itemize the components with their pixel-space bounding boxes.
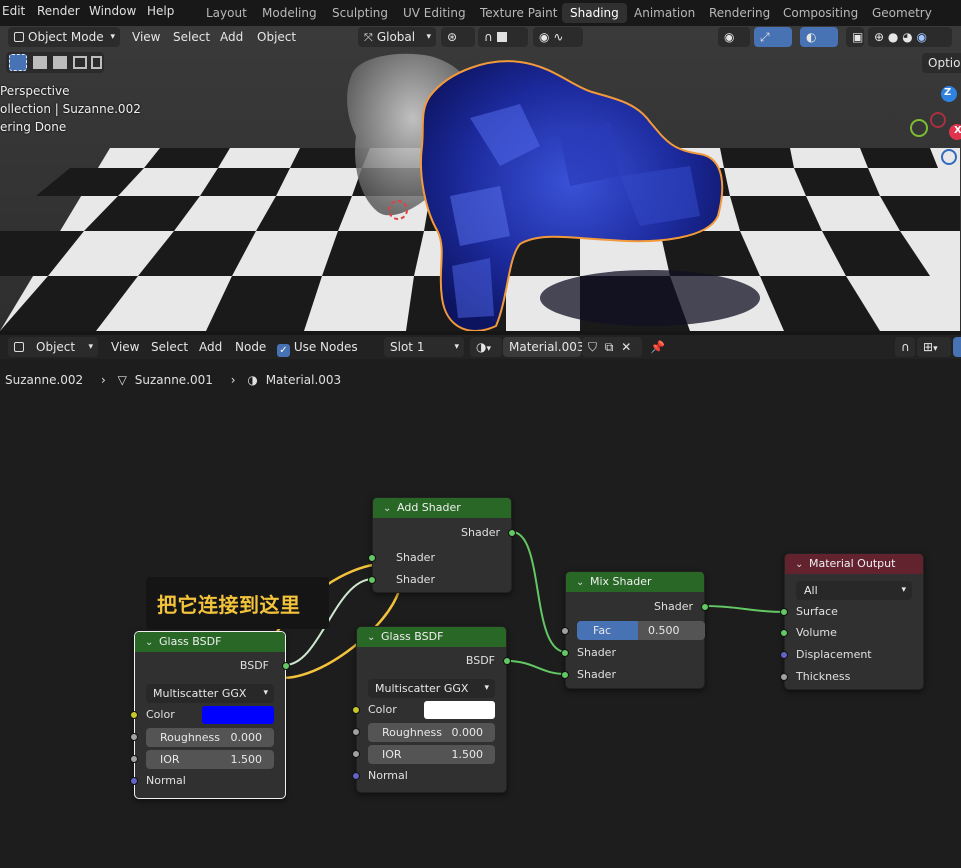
output-socket[interactable] — [282, 662, 290, 670]
input-socket[interactable] — [352, 706, 360, 714]
node-header[interactable]: ⌄ Add Shader — [373, 498, 511, 518]
node-glass-bsdf-blue[interactable]: ⌄ Glass BSDF BSDF Multiscatter GGX ▾ Colo… — [130, 631, 290, 799]
node-title: Glass BSDF — [159, 635, 222, 648]
chevron-down-icon: ▾ — [901, 585, 906, 595]
input-label: Surface — [796, 605, 838, 618]
input-label: Normal — [368, 769, 408, 782]
link-glass-to-mix[interactable] — [506, 660, 567, 675]
node-header[interactable]: ⌄ Glass BSDF — [357, 627, 506, 647]
output-label: BSDF — [239, 659, 269, 672]
ior-field[interactable]: IOR 1.500 — [146, 750, 274, 769]
link-add-to-mix[interactable] — [511, 531, 567, 653]
distribution-label: Multiscatter GGX — [153, 687, 247, 700]
ior-label: IOR — [160, 753, 180, 766]
roughness-field[interactable]: Roughness 0.000 — [368, 723, 495, 742]
node-header[interactable]: ⌄ Glass BSDF — [135, 632, 285, 652]
chevron-down-icon[interactable]: ⌄ — [576, 573, 590, 593]
node-material-output[interactable]: ⌄ Material Output All ▾ Surface Volume Di… — [780, 553, 924, 690]
node-header[interactable]: ⌄ Material Output — [785, 554, 923, 574]
target-dropdown[interactable]: All ▾ — [796, 581, 912, 600]
input-label: Color — [146, 708, 175, 721]
roughness-label: Roughness — [382, 726, 443, 739]
roughness-value: 0.000 — [451, 726, 484, 739]
chevron-down-icon[interactable]: ⌄ — [383, 499, 397, 519]
input-socket[interactable] — [780, 608, 788, 616]
output-socket[interactable] — [701, 603, 709, 611]
input-label: Shader — [577, 668, 616, 681]
node-title: Add Shader — [397, 501, 461, 514]
input-label: Volume — [796, 626, 837, 639]
input-label: Shader — [396, 551, 435, 564]
input-socket[interactable] — [561, 671, 569, 679]
input-label: Color — [368, 703, 397, 716]
input-label: Normal — [146, 774, 186, 787]
input-socket[interactable] — [561, 649, 569, 657]
color-swatch[interactable] — [424, 701, 495, 719]
target-label: All — [804, 584, 818, 597]
ior-field[interactable]: IOR 1.500 — [368, 745, 495, 764]
output-label: Shader — [461, 526, 500, 539]
chevron-down-icon: ▾ — [484, 683, 489, 693]
node-add-shader[interactable]: ⌄ Add Shader Shader Shader Shader — [368, 497, 516, 593]
roughness-field[interactable]: Roughness 0.000 — [146, 728, 274, 747]
output-label: Shader — [654, 600, 693, 613]
input-label: Thickness — [796, 670, 851, 683]
node-header[interactable]: ⌄ Mix Shader — [566, 572, 704, 592]
input-label: Shader — [577, 646, 616, 659]
chevron-down-icon[interactable]: ⌄ — [367, 628, 381, 648]
input-socket[interactable] — [561, 627, 569, 635]
node-title: Material Output — [809, 557, 896, 570]
node-title: Mix Shader — [590, 575, 652, 588]
distribution-label: Multiscatter GGX — [375, 682, 469, 695]
annotation-callout: 把它连接到这里 — [146, 577, 329, 629]
input-socket[interactable] — [352, 728, 360, 736]
roughness-label: Roughness — [160, 731, 221, 744]
input-socket[interactable] — [780, 651, 788, 659]
link-mix-to-output[interactable] — [704, 605, 786, 613]
input-socket[interactable] — [130, 711, 138, 719]
input-socket[interactable] — [352, 750, 360, 758]
input-socket[interactable] — [780, 673, 788, 681]
ior-value: 1.500 — [451, 748, 484, 761]
distribution-dropdown[interactable]: Multiscatter GGX ▾ — [146, 684, 274, 703]
input-socket[interactable] — [368, 576, 376, 584]
input-socket[interactable] — [130, 733, 138, 741]
color-swatch[interactable] — [202, 706, 274, 724]
input-socket[interactable] — [130, 777, 138, 785]
input-label: Displacement — [796, 648, 872, 661]
output-socket[interactable] — [503, 657, 511, 665]
ior-value: 1.500 — [230, 753, 263, 766]
input-socket[interactable] — [130, 755, 138, 763]
fac-label: Fac — [593, 624, 612, 637]
input-socket[interactable] — [368, 554, 376, 562]
chevron-down-icon[interactable]: ⌄ — [795, 555, 809, 575]
output-label: BSDF — [465, 654, 495, 667]
chevron-down-icon: ▾ — [263, 688, 268, 698]
chevron-down-icon[interactable]: ⌄ — [145, 633, 159, 653]
input-socket[interactable] — [352, 772, 360, 780]
ior-label: IOR — [382, 748, 402, 761]
roughness-value: 0.000 — [230, 731, 263, 744]
fac-value: 0.500 — [638, 621, 705, 640]
node-title: Glass BSDF — [381, 630, 444, 643]
distribution-dropdown[interactable]: Multiscatter GGX ▾ — [368, 679, 495, 698]
annotation-text: 把它连接到这里 — [157, 593, 301, 617]
node-glass-bsdf-white[interactable]: ⌄ Glass BSDF BSDF Multiscatter GGX ▾ Colo… — [352, 626, 511, 793]
input-socket[interactable] — [780, 629, 788, 637]
output-socket[interactable] — [508, 529, 516, 537]
node-mix-shader[interactable]: ⌄ Mix Shader Shader Fac 0.500 Shader Shad… — [561, 571, 709, 689]
input-label: Shader — [396, 573, 435, 586]
fac-slider[interactable]: Fac 0.500 — [577, 621, 705, 640]
